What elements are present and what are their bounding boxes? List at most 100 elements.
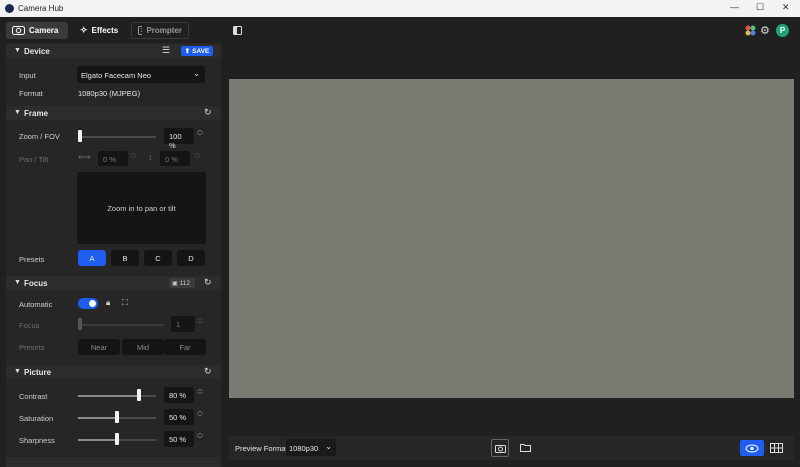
saturation-field[interactable]: 50 % — [164, 409, 194, 425]
gear-icon[interactable]: ⚙ — [760, 24, 770, 37]
reset-icon[interactable]: ↻ — [204, 107, 212, 118]
tab-prompter-label: Prompter — [146, 26, 182, 35]
lock-icon[interactable]: 🔒︎ — [106, 298, 110, 308]
preset-d-button[interactable]: D — [177, 250, 205, 266]
focus-badge: ▣ 112 — [169, 278, 195, 288]
tab-effects[interactable]: ✧ Effects — [74, 22, 126, 39]
preset-c-button[interactable]: C — [144, 250, 172, 266]
pan-arrows-icon: ⟷ — [78, 152, 91, 162]
reset-icon[interactable]: ↻ — [204, 366, 212, 377]
preset-far-button[interactable]: Far — [164, 339, 206, 355]
pan-area-text: Zoom in to pan or tilt — [107, 203, 176, 213]
saturation-value: 50 % — [169, 413, 187, 422]
device-heading: Device — [24, 47, 50, 56]
contrast-stepper[interactable]: ︿ ﹀ — [195, 387, 205, 399]
next-section-header[interactable] — [6, 457, 221, 467]
zoom-slider-thumb[interactable] — [78, 130, 82, 142]
title-bar: Camera Hub — ☐ ✕ — [0, 0, 800, 17]
tilt-value: 0 % — [165, 155, 178, 164]
preview-format-label: Preview Format — [235, 444, 288, 453]
tilt-stepper[interactable]: ︿ ﹀ — [192, 151, 202, 163]
apps-icon[interactable] — [745, 25, 756, 36]
focus-badge-value: 112 — [179, 279, 191, 287]
automatic-label: Automatic — [19, 300, 53, 309]
sharpness-stepper[interactable]: ︿ ﹀ — [195, 431, 205, 443]
save-label: SAVE — [192, 47, 210, 55]
picture-section-header[interactable]: ▼ Picture — [6, 365, 221, 379]
save-icon: ⬆ — [184, 48, 191, 55]
format-value: 1080p30 (MJPEG) — [78, 89, 141, 98]
window-title: Camera Hub — [18, 4, 64, 13]
frame-section-header[interactable]: ▼ Frame — [6, 106, 221, 120]
preset-a-button[interactable]: A — [78, 250, 106, 266]
pan-value: 0 % — [103, 155, 116, 164]
focus-field[interactable]: 1 — [171, 316, 195, 332]
automatic-toggle[interactable] — [78, 298, 98, 309]
focus-chip-icon: ▣ — [172, 280, 178, 287]
zoom-field[interactable]: 100 % — [164, 128, 194, 150]
folder-icon[interactable] — [520, 443, 531, 452]
sharpness-slider-thumb[interactable] — [115, 433, 119, 445]
tab-prompter[interactable]: Prompter — [131, 22, 189, 39]
sidebar-toggle-icon[interactable] — [233, 26, 242, 35]
preset-b-button[interactable]: B — [111, 250, 139, 266]
focus-target-icon[interactable]: ⛶ — [122, 298, 128, 308]
saturation-slider-thumb[interactable] — [115, 411, 119, 423]
camera-preview — [229, 79, 794, 398]
prompter-icon — [138, 26, 143, 35]
focus-slider-track[interactable] — [78, 324, 164, 326]
focus-stepper[interactable]: ︿ ﹀ — [195, 316, 205, 328]
pan-tilt-label: Pan / Tilt — [19, 155, 49, 164]
tab-camera[interactable]: Camera — [6, 22, 68, 39]
collapse-icon: ▼ — [14, 279, 21, 286]
focus-slider-thumb[interactable] — [78, 318, 82, 330]
toggle-knob — [89, 300, 96, 307]
input-select[interactable]: Elgato Facecam Neo ⌄ — [77, 66, 205, 83]
contrast-slider-fill — [78, 395, 138, 397]
maximize-button[interactable]: ☐ — [756, 2, 764, 13]
collapse-icon: ▼ — [14, 368, 21, 375]
snapshot-button[interactable] — [491, 439, 509, 457]
save-button[interactable]: ⬆ SAVE — [181, 46, 213, 56]
profile-avatar[interactable]: P — [776, 24, 789, 37]
tab-effects-label: Effects — [91, 26, 119, 35]
reset-icon[interactable]: ↻ — [204, 277, 212, 288]
app-logo-icon — [5, 4, 14, 13]
close-button[interactable]: ✕ — [782, 2, 790, 13]
preview-format-value: 1080p30 — [289, 444, 319, 453]
magic-wand-icon: ✧ — [80, 25, 88, 35]
sharpness-field[interactable]: 50 % — [164, 431, 194, 447]
preview-format-select[interactable]: 1080p30 ⌄ — [286, 439, 336, 456]
chevron-down-icon: ⌄ — [193, 69, 200, 78]
input-value: Elgato Facecam Neo — [81, 71, 152, 80]
pan-tilt-area[interactable]: Zoom in to pan or tilt — [77, 172, 206, 244]
contrast-label: Contrast — [19, 392, 48, 401]
contrast-slider-thumb[interactable] — [137, 389, 142, 401]
focus-presets-label: Presets — [19, 343, 45, 352]
eye-toggle-button[interactable] — [740, 440, 764, 456]
frame-presets-label: Presets — [19, 255, 45, 264]
saturation-stepper[interactable]: ︿ ﹀ — [195, 409, 205, 421]
contrast-field[interactable]: 80 % — [164, 387, 194, 403]
eye-icon — [745, 444, 759, 452]
zoom-stepper[interactable]: ︿ ﹀ — [195, 128, 205, 140]
pan-field[interactable]: 0 % — [98, 151, 128, 166]
menu-icon[interactable]: ☰ — [162, 45, 170, 56]
preset-mid-button[interactable]: Mid — [122, 339, 164, 355]
tilt-arrows-icon: ↕ — [148, 152, 153, 162]
preset-near-button[interactable]: Near — [78, 339, 120, 355]
tilt-field[interactable]: 0 % — [160, 151, 190, 166]
collapse-icon: ▼ — [14, 109, 21, 116]
contrast-value: 80 % — [169, 391, 187, 400]
sharpness-slider-fill — [78, 439, 115, 441]
collapse-icon: ▼ — [14, 47, 21, 54]
grid-toggle-button[interactable] — [766, 440, 786, 456]
chevron-down-icon: ⌄ — [325, 442, 332, 451]
tab-camera-label: Camera — [29, 26, 59, 35]
saturation-label: Saturation — [19, 414, 54, 423]
sharpness-value: 50 % — [169, 435, 187, 444]
zoom-slider-track[interactable] — [78, 136, 156, 138]
pan-stepper[interactable]: ︿ ﹀ — [128, 151, 138, 163]
minimize-button[interactable]: — — [730, 2, 739, 12]
camera-snapshot-icon — [494, 444, 506, 453]
